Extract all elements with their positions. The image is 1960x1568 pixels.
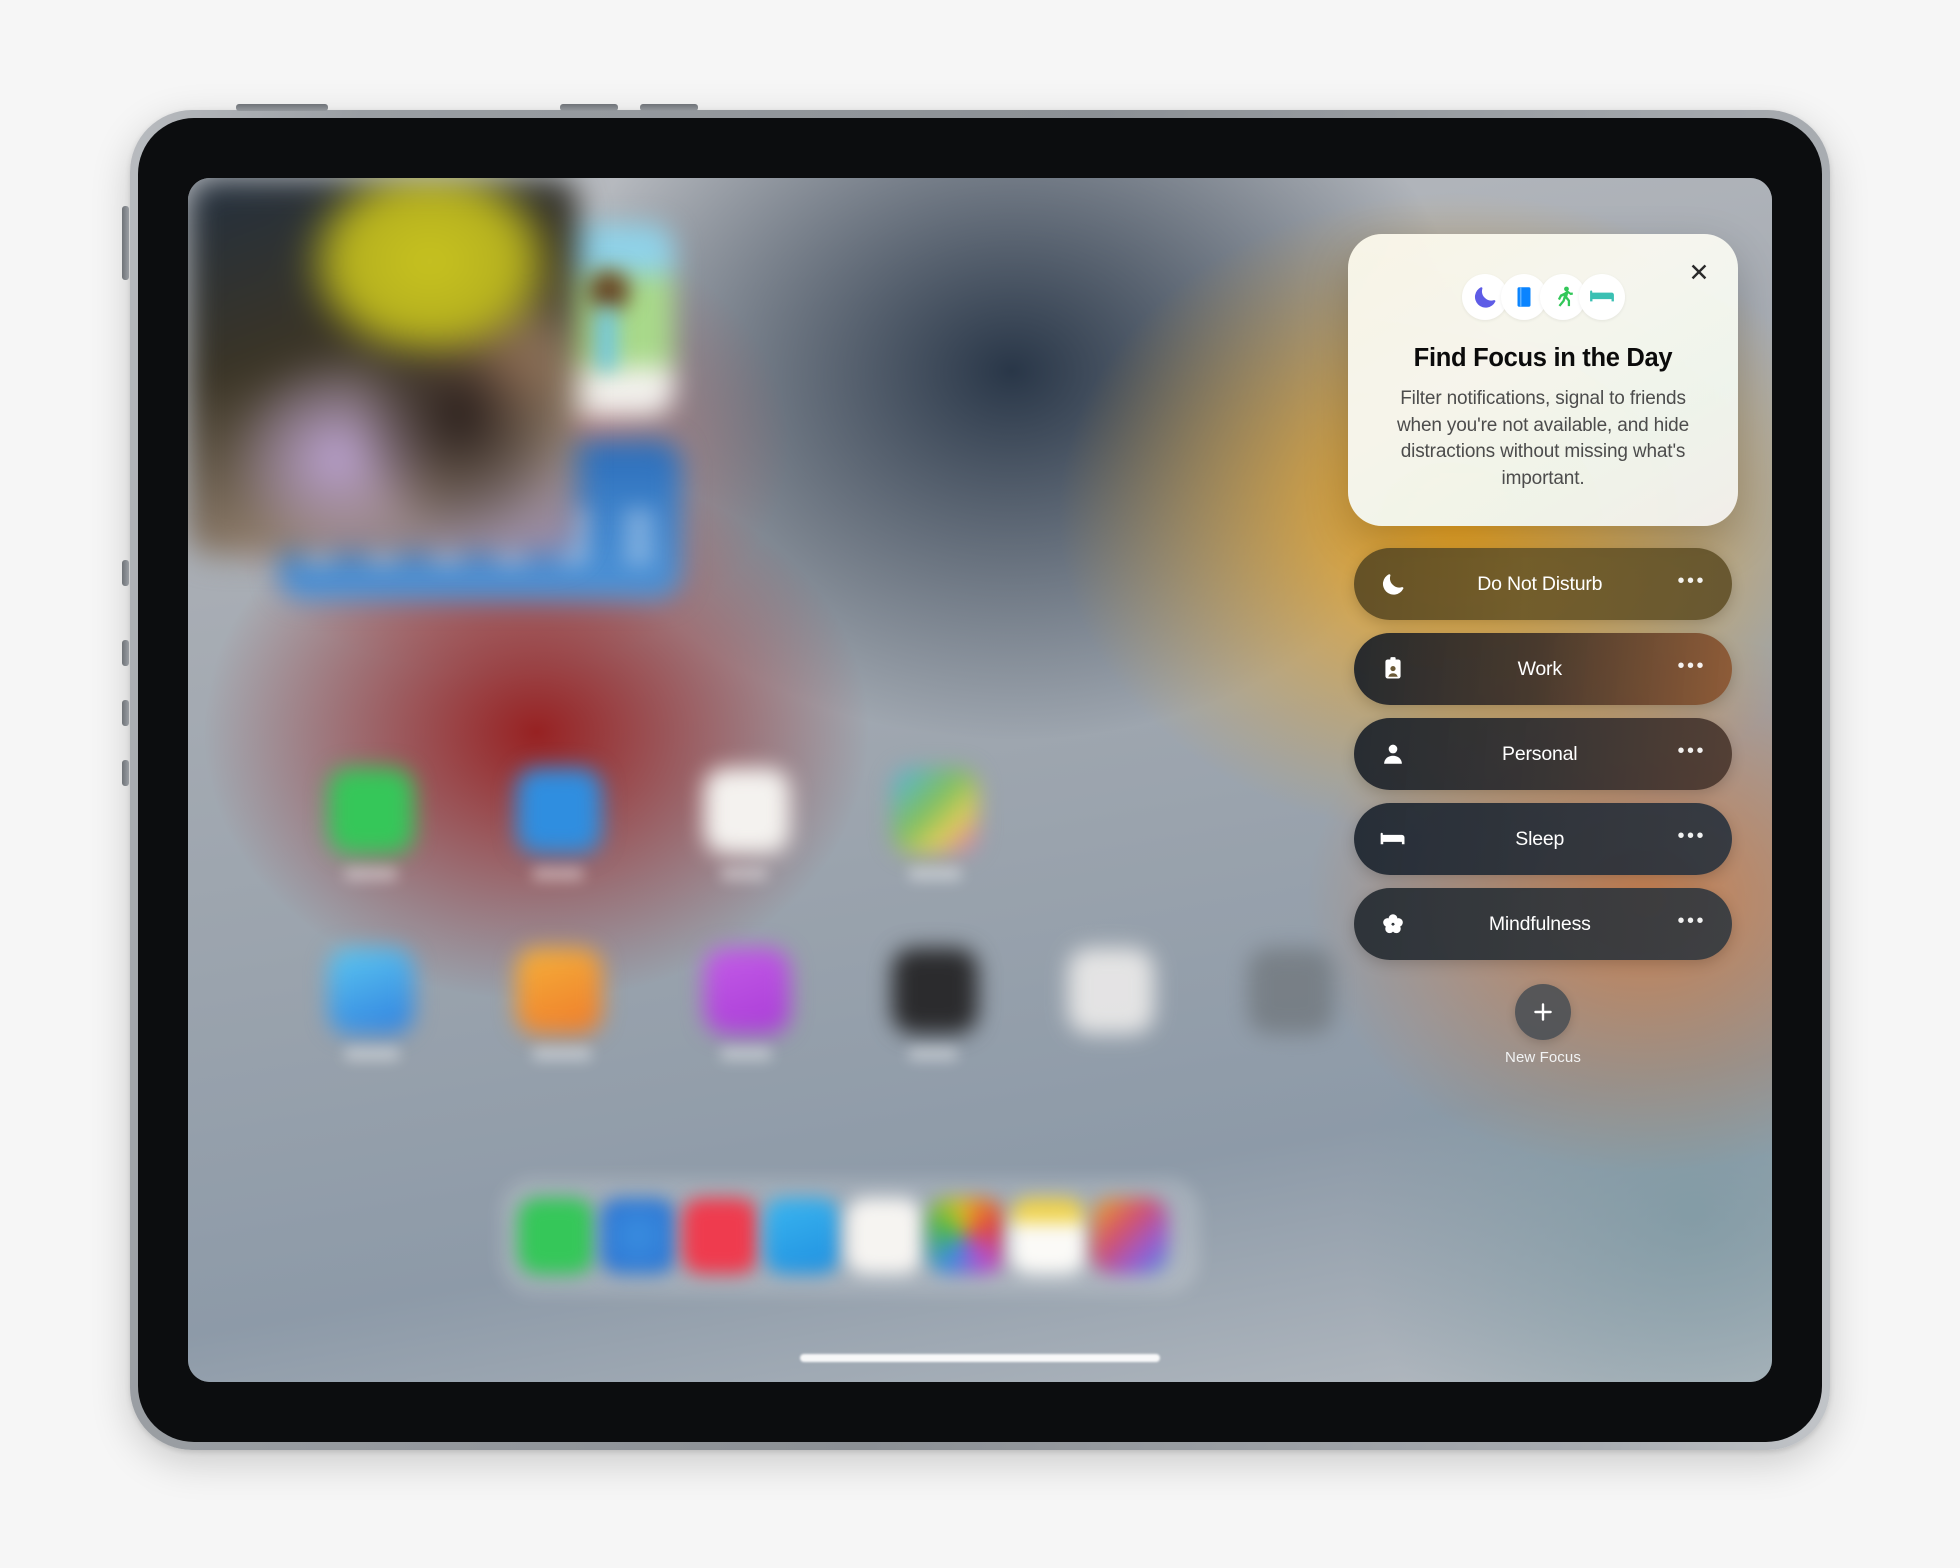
focus-row-more-button[interactable]: ••• bbox=[1677, 911, 1706, 937]
dock-icon-files[interactable] bbox=[846, 1198, 922, 1274]
dock-icon-notes[interactable] bbox=[1010, 1198, 1086, 1274]
focus-row-more-button[interactable]: ••• bbox=[1677, 741, 1706, 767]
dock-icon-shortcuts[interactable] bbox=[1092, 1198, 1168, 1274]
new-focus-section: New Focus bbox=[1354, 984, 1732, 1066]
app-icon-reminders[interactable] bbox=[516, 948, 602, 1034]
maps-pin bbox=[596, 308, 616, 372]
app-icon-watch[interactable] bbox=[892, 948, 978, 1034]
focus-row-label: Do Not Disturb bbox=[1477, 572, 1603, 595]
focus-icon-cluster bbox=[1378, 274, 1708, 320]
app-label-4 bbox=[908, 868, 962, 880]
focus-row-do-not-disturb[interactable]: Do Not Disturb ••• bbox=[1354, 548, 1732, 620]
app-label-5 bbox=[344, 1048, 400, 1060]
new-focus-button[interactable] bbox=[1515, 984, 1571, 1040]
plus-icon bbox=[1534, 1003, 1552, 1021]
app-label-1 bbox=[344, 868, 398, 880]
focus-row-label: Personal bbox=[1502, 742, 1578, 765]
app-icon-photos[interactable] bbox=[892, 768, 978, 854]
side-connector-5 bbox=[122, 760, 129, 786]
dock-icon-photos[interactable] bbox=[928, 1198, 1004, 1274]
focus-row-more-button[interactable]: ••• bbox=[1677, 826, 1706, 852]
screenshot-stage: ✕ Find Focus in the Day Filter notificat… bbox=[0, 0, 1960, 1568]
focus-row-more-button[interactable]: ••• bbox=[1677, 571, 1706, 597]
volume-down-button[interactable] bbox=[640, 104, 698, 111]
ipad-screen: ✕ Find Focus in the Day Filter notificat… bbox=[188, 178, 1772, 1382]
focus-mode-list: Do Not Disturb ••• Work ••• Personal ••• bbox=[1354, 548, 1732, 960]
focus-row-label: Sleep bbox=[1515, 827, 1565, 850]
side-connector-2 bbox=[122, 560, 129, 586]
app-icon-extra-2[interactable] bbox=[1248, 948, 1334, 1034]
side-connector-3 bbox=[122, 640, 129, 666]
focus-panel: ✕ Find Focus in the Day Filter notificat… bbox=[1348, 234, 1738, 1066]
app-icon-files[interactable] bbox=[704, 768, 790, 854]
app-icon-extra-1[interactable] bbox=[1068, 948, 1154, 1034]
app-label-6 bbox=[532, 1048, 592, 1060]
app-icon-podcasts[interactable] bbox=[704, 948, 790, 1034]
maps-avatar bbox=[588, 270, 630, 312]
card-title: Find Focus in the Day bbox=[1413, 344, 1673, 372]
power-button[interactable] bbox=[236, 104, 328, 111]
focus-row-sleep[interactable]: Sleep ••• bbox=[1354, 803, 1732, 875]
new-focus-label: New Focus bbox=[1505, 1049, 1581, 1066]
focus-row-label: Work bbox=[1517, 657, 1563, 680]
focus-row-personal[interactable]: Personal ••• bbox=[1354, 718, 1732, 790]
home-indicator[interactable] bbox=[800, 1354, 1160, 1362]
focus-row-label: Mindfulness bbox=[1488, 912, 1591, 935]
side-connector-4 bbox=[122, 700, 129, 726]
photos-widget[interactable] bbox=[188, 178, 578, 556]
focus-intro-card: ✕ Find Focus in the Day Filter notificat… bbox=[1348, 234, 1738, 526]
bed-icon bbox=[1578, 274, 1625, 320]
focus-row-mindfulness[interactable]: Mindfulness ••• bbox=[1354, 888, 1732, 960]
app-label-8 bbox=[908, 1048, 958, 1060]
volume-up-button[interactable] bbox=[560, 104, 618, 111]
app-icon-app-store[interactable] bbox=[328, 948, 414, 1034]
focus-row-more-button[interactable]: ••• bbox=[1677, 656, 1706, 682]
dock-icon-safari[interactable] bbox=[600, 1198, 676, 1274]
dock-icon-music[interactable] bbox=[682, 1198, 758, 1274]
app-icon-messages[interactable] bbox=[328, 768, 414, 854]
side-connector-1 bbox=[122, 206, 129, 280]
dock-icon-mail[interactable] bbox=[764, 1198, 840, 1274]
focus-row-work[interactable]: Work ••• bbox=[1354, 633, 1732, 705]
dock-icon-messages[interactable] bbox=[518, 1198, 594, 1274]
app-label-2 bbox=[532, 868, 584, 880]
app-icon-safari[interactable] bbox=[516, 768, 602, 854]
app-label-3 bbox=[720, 868, 768, 880]
card-body: Filter notifications, signal to friends … bbox=[1396, 388, 1690, 489]
app-label-7 bbox=[720, 1048, 772, 1060]
close-icon[interactable]: ✕ bbox=[1686, 260, 1712, 286]
